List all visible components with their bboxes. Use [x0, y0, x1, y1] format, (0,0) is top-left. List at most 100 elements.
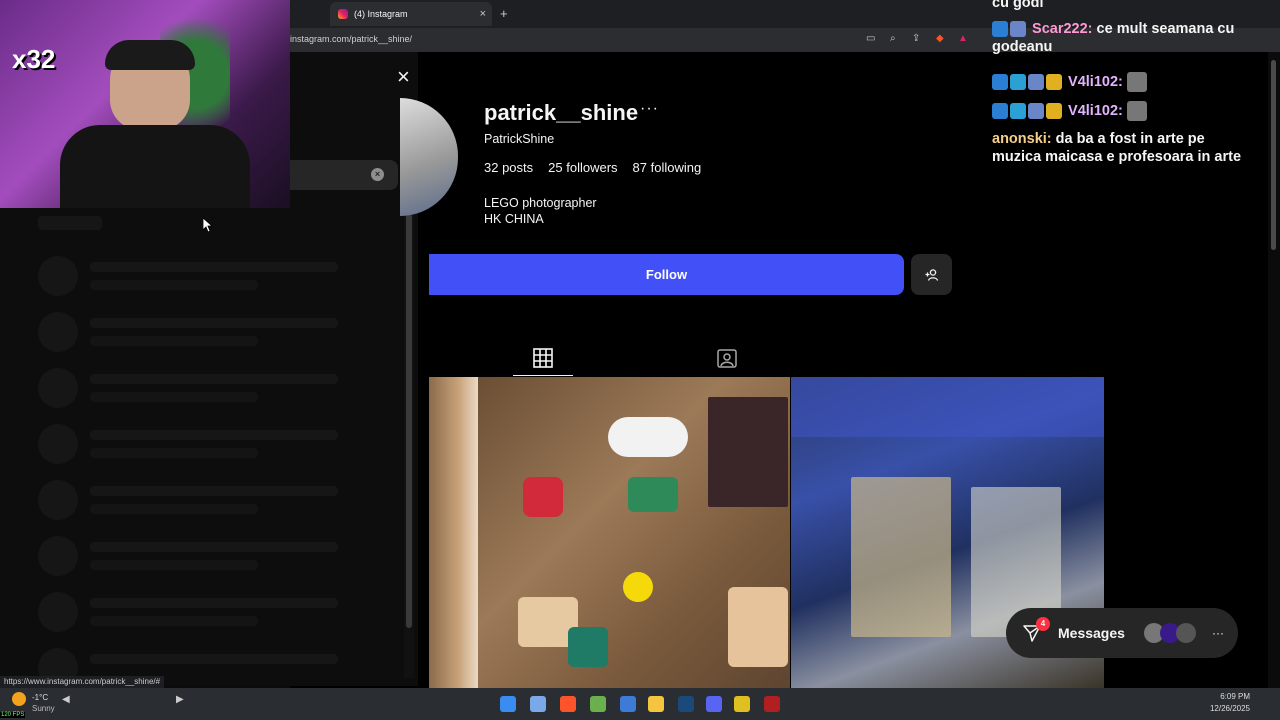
status-url: https://www.instagram.com/patrick__shine…	[0, 676, 165, 688]
skeleton-avatar	[38, 536, 78, 576]
post-thumbnail[interactable]	[429, 377, 478, 688]
clock-time[interactable]: 6:09 PM	[1192, 692, 1250, 701]
skeleton-line	[90, 654, 338, 664]
discord-icon[interactable]	[706, 696, 722, 712]
zoom-icon[interactable]: ⌕	[890, 33, 896, 44]
badge-icon	[1046, 74, 1062, 90]
app-icon[interactable]	[764, 696, 780, 712]
skeleton-line	[90, 542, 338, 552]
chat-message: anonski: da ba a fost in arte pe muzica …	[992, 130, 1256, 166]
chat-text: cu godi	[992, 0, 1044, 11]
lego-pieces-image	[623, 572, 653, 602]
app-icon[interactable]	[620, 696, 636, 712]
taskbar	[0, 688, 1280, 720]
badge-icon	[992, 74, 1008, 90]
badge-icon	[1010, 103, 1026, 119]
more-icon[interactable]: ···	[1212, 626, 1224, 640]
options-icon[interactable]: ···	[640, 100, 659, 118]
url-field[interactable]: instagram.com/patrick__shine/	[290, 34, 412, 44]
lego-pieces-image	[523, 477, 563, 517]
skeleton-line	[90, 262, 338, 272]
badge-icon	[1010, 21, 1026, 38]
skeleton-line	[90, 448, 258, 458]
grid-icon	[533, 347, 553, 368]
media-prev-icon[interactable]: ◀	[62, 694, 70, 705]
webcam-overlay: x32	[0, 0, 290, 208]
rewards-icon[interactable]: ▲	[958, 33, 968, 44]
badge-icon	[992, 21, 1008, 38]
steam-icon[interactable]	[678, 696, 694, 712]
chat-message: cu godi	[992, 0, 1256, 12]
skeleton-avatar	[38, 256, 78, 296]
skeleton-avatar	[38, 592, 78, 632]
lego-pieces-image	[728, 587, 788, 667]
share-icon[interactable]: ⇪	[912, 33, 920, 44]
chat-message: Scar222: ce mult seamana cu godeanu	[992, 20, 1256, 56]
chat-text: ce mult seamana cu godeanu	[992, 21, 1235, 55]
unread-badge: 4	[1036, 617, 1050, 631]
emote-icon	[1126, 72, 1147, 92]
profile-stats: 32 posts 25 followers 87 following	[484, 160, 701, 175]
skeleton-heading	[38, 216, 102, 230]
emote-icon	[1126, 101, 1147, 121]
message-avatars	[1144, 623, 1196, 643]
follow-button[interactable]: Follow	[429, 254, 904, 295]
skeleton-line	[90, 336, 258, 346]
followers-link[interactable]: 25 followers	[548, 160, 617, 175]
task-view-icon[interactable]	[530, 696, 546, 712]
skeleton-line	[90, 430, 338, 440]
chat-message: V4li102:	[992, 72, 1256, 92]
weather-temp: -1°C	[32, 693, 49, 702]
app-icon[interactable]	[734, 696, 750, 712]
skeleton-line	[90, 616, 258, 626]
suggested-users-button[interactable]	[911, 254, 952, 295]
weather-icon[interactable]	[12, 692, 26, 706]
close-search-icon[interactable]: ×	[397, 64, 410, 90]
chat-username: V4li102:	[1068, 73, 1123, 90]
lego-flower-box-image	[708, 397, 788, 507]
badge-icon	[992, 103, 1008, 119]
profile-full-name: PatrickShine	[484, 132, 555, 146]
brave-browser-icon[interactable]	[560, 696, 576, 712]
chat-username: V4li102:	[1068, 102, 1123, 119]
lego-house-image	[851, 477, 951, 637]
tab-tagged[interactable]	[700, 340, 754, 376]
windows-start-icon[interactable]	[500, 696, 516, 712]
chat-message: V4li102:	[992, 101, 1256, 121]
clock-date[interactable]: 12/26/2025	[1192, 704, 1250, 713]
skeleton-avatar	[38, 424, 78, 464]
instagram-favicon-icon	[338, 9, 348, 19]
skeleton-line	[90, 374, 338, 384]
fps-counter: 120 FPS	[0, 712, 26, 718]
skeleton-avatar	[38, 312, 78, 352]
tab-posts[interactable]	[513, 340, 573, 376]
mouse-cursor-icon	[203, 218, 213, 233]
avatar	[1176, 623, 1196, 643]
clear-search-icon[interactable]: ×	[371, 168, 384, 181]
page-scroll-thumb[interactable]	[1271, 60, 1276, 250]
new-tab-button[interactable]: +	[500, 6, 508, 21]
streamer-image	[105, 40, 195, 70]
skeleton-line	[90, 560, 258, 570]
tab-close-icon[interactable]: ×	[480, 8, 486, 20]
badge-icon	[1010, 74, 1026, 90]
search-panel-scroll-thumb[interactable]	[406, 214, 412, 628]
skeleton-line	[90, 318, 338, 328]
skeleton-line	[90, 486, 338, 496]
profile-bio-line: HK CHINA	[484, 212, 544, 226]
skeleton-line	[90, 504, 258, 514]
posts-count: 32 posts	[484, 160, 534, 175]
app-icon[interactable]	[590, 696, 606, 712]
post-thumbnail[interactable]	[478, 377, 790, 688]
screen-icon[interactable]: ▭	[866, 33, 875, 44]
media-next-icon[interactable]: ▶	[176, 694, 184, 705]
file-explorer-icon[interactable]	[648, 696, 664, 712]
skeleton-avatar	[38, 368, 78, 408]
brave-shield-icon[interactable]: ◆	[936, 33, 944, 44]
skeleton-line	[90, 392, 258, 402]
browser-tab[interactable]: (4) Instagram ×	[330, 2, 492, 26]
messages-label: Messages	[1058, 625, 1125, 641]
skeleton-line	[90, 598, 338, 608]
messages-button[interactable]: Messages ···	[1006, 608, 1238, 658]
following-link[interactable]: 87 following	[633, 160, 702, 175]
